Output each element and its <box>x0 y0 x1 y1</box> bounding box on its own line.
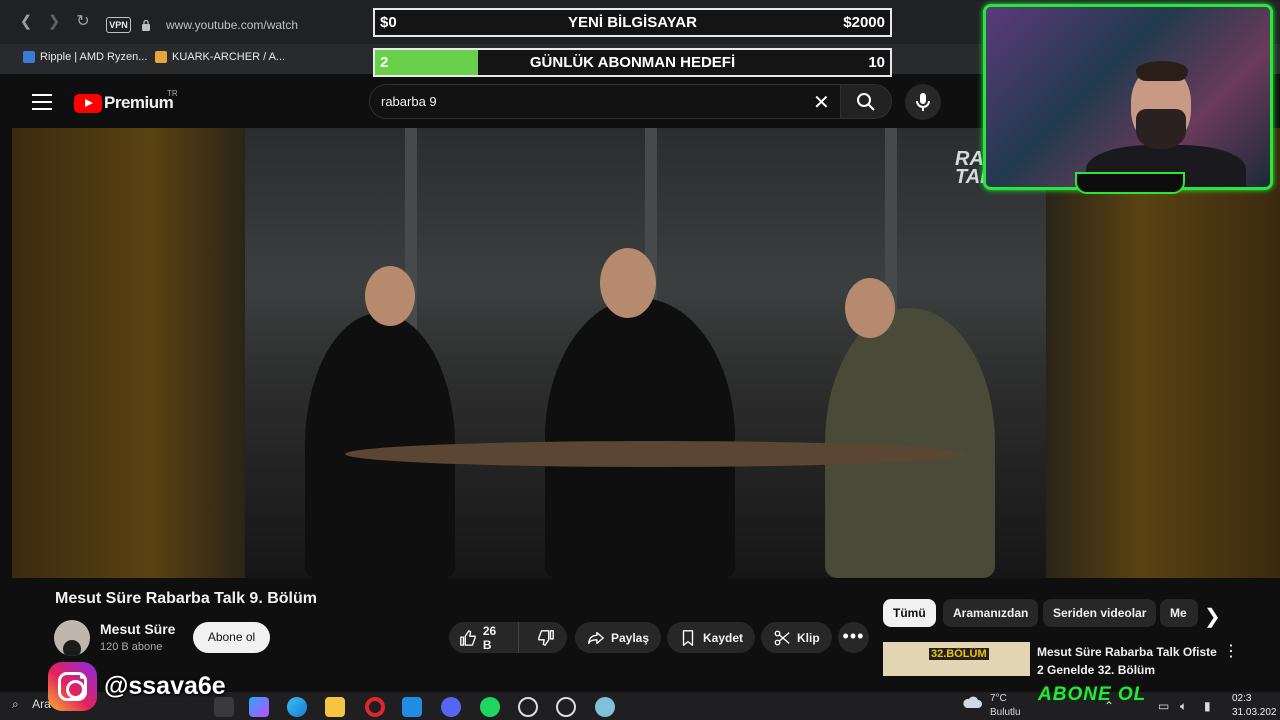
volume-icon[interactable]: 🔈︎ <box>1180 699 1187 714</box>
clip-button[interactable]: Klip <box>761 622 832 653</box>
person-left-head <box>365 266 415 326</box>
share-icon <box>588 631 604 644</box>
dislike-button[interactable] <box>525 622 567 653</box>
save-label: Kaydet <box>703 630 744 645</box>
recommendation-title[interactable]: Mesut Süre Rabarba Talk Ofiste 2 Genelde… <box>1037 643 1222 679</box>
scissors-icon <box>774 630 790 645</box>
voice-search-button[interactable] <box>905 84 941 120</box>
bookmark-label: Ripple | AMD Ryzen... <box>40 51 148 63</box>
share-button[interactable]: Paylaş <box>575 622 662 653</box>
clear-search-icon[interactable]: ✕ <box>813 90 830 115</box>
address-bar[interactable]: www.youtube.com/watch <box>166 18 298 32</box>
edge-icon[interactable] <box>287 697 307 717</box>
tray-chevron-icon[interactable]: ⌃ <box>1104 699 1114 713</box>
vpn-badge[interactable]: VPN <box>106 17 131 33</box>
cloud-icon <box>963 696 982 708</box>
channel-avatar[interactable] <box>54 620 90 656</box>
chip-from-search[interactable]: Aramanızdan <box>943 599 1039 627</box>
search-icon <box>857 93 875 111</box>
premium-logo-text[interactable]: Premium <box>104 93 174 113</box>
bookmark-label: KUARK-ARCHER / A... <box>172 51 286 63</box>
screen: ❮ ❯ ↻ VPN www.youtube.com/watch Ripple |… <box>0 0 1280 720</box>
opera-icon[interactable] <box>365 697 385 717</box>
menu-icon[interactable] <box>32 94 52 110</box>
thumbnail-label: 32.BÖLÜM <box>929 648 989 660</box>
save-button[interactable]: Kaydet <box>667 622 756 653</box>
obs-icon[interactable] <box>518 697 538 717</box>
video-player[interactable] <box>12 128 1046 578</box>
bookmark-favicon <box>155 51 167 63</box>
bookmark-icon <box>682 629 694 646</box>
youtube-logo-icon[interactable] <box>74 94 102 113</box>
chip-series[interactable]: Seriden videolar <box>1043 599 1157 627</box>
search-query[interactable]: rabarba 9 <box>381 94 437 109</box>
subscribe-button[interactable]: Abone ol <box>193 622 270 653</box>
bookmark-ripple[interactable]: Ripple | AMD Ryzen... <box>23 51 147 63</box>
discord-icon[interactable] <box>441 697 461 717</box>
battery-icon[interactable]: ▮ <box>1204 699 1211 713</box>
thumbs-up-icon <box>460 629 476 646</box>
chevron-right-icon[interactable]: ❯ <box>1204 604 1221 629</box>
search-button[interactable] <box>840 84 892 119</box>
search-icon: ⌕ <box>12 697 19 711</box>
bookmark-favicon <box>23 51 35 63</box>
media-player-icon[interactable] <box>556 697 576 717</box>
share-label: Paylaş <box>611 630 650 645</box>
thumbs-down-icon <box>538 629 554 646</box>
like-button[interactable]: 26 B <box>449 622 519 653</box>
back-icon[interactable]: ❮ <box>16 12 36 32</box>
more-actions-button[interactable]: ••• <box>838 622 869 653</box>
instagram-handle: @ssava6e <box>104 672 226 700</box>
spotify-icon[interactable] <box>480 697 500 717</box>
video-ambient-left <box>12 128 245 578</box>
webcam-overlay <box>983 4 1273 190</box>
search-input[interactable] <box>369 84 841 119</box>
chip-all[interactable]: Tümü <box>883 599 936 627</box>
goal-bar-computer: $0 YENİ BİLGİSAYAR $2000 <box>373 8 892 37</box>
person-center-head <box>600 248 656 318</box>
video-title: Mesut Süre Rabarba Talk 9. Bölüm <box>55 590 317 607</box>
channel-name[interactable]: Mesut Süre <box>100 621 175 637</box>
app-icon[interactable] <box>595 697 615 717</box>
goal-title: YENİ BİLGİSAYAR <box>568 14 697 31</box>
clock-time[interactable]: 02:3 <box>1232 693 1251 704</box>
mail-icon[interactable] <box>402 697 422 717</box>
instagram-icon <box>48 662 97 711</box>
chip-more[interactable]: Me <box>1160 599 1198 627</box>
bookmark-kuark[interactable]: KUARK-ARCHER / A... <box>155 51 285 63</box>
video-frame <box>245 128 1046 578</box>
forward-icon[interactable]: ❯ <box>44 12 64 32</box>
like-dislike-group: 26 B <box>449 622 567 653</box>
subscriber-count: 120 B abone <box>100 641 163 653</box>
goal-target: $2000 <box>843 14 885 31</box>
table <box>345 441 965 467</box>
clip-label: Klip <box>797 630 820 645</box>
goal-target: 10 <box>868 54 885 71</box>
microphone-icon <box>916 93 930 111</box>
file-explorer-icon[interactable] <box>325 697 345 717</box>
subscribe-overlay-text: ABONE OL <box>1038 684 1147 705</box>
video-ambient-right <box>1046 128 1280 578</box>
region-label: TR <box>167 89 178 98</box>
kebab-menu-icon[interactable]: ⋮ <box>1223 642 1239 662</box>
person-right-head <box>845 278 895 338</box>
person-center <box>545 298 735 578</box>
clock-date[interactable]: 31.03.202 <box>1232 707 1277 718</box>
webcam-frame-base <box>1075 172 1185 194</box>
taskbar-search[interactable]: ⌕ Ara <box>12 697 51 712</box>
like-count: 26 B <box>482 623 497 652</box>
copilot-icon[interactable] <box>249 697 269 717</box>
reload-icon[interactable]: ↻ <box>73 12 93 32</box>
goal-title: GÜNLÜK ABONMAN HEDEFİ <box>529 54 736 71</box>
goal-bar-subscribers: 2 GÜNLÜK ABONMAN HEDEFİ 10 <box>373 48 892 77</box>
weather-condition: Bulutlu <box>990 707 1021 718</box>
lock-icon <box>142 19 150 31</box>
temperature: 7°C <box>990 693 1007 704</box>
recommendation-thumbnail[interactable]: 32.BÖLÜM <box>883 642 1030 676</box>
network-icon[interactable]: ▭ <box>1158 699 1169 713</box>
